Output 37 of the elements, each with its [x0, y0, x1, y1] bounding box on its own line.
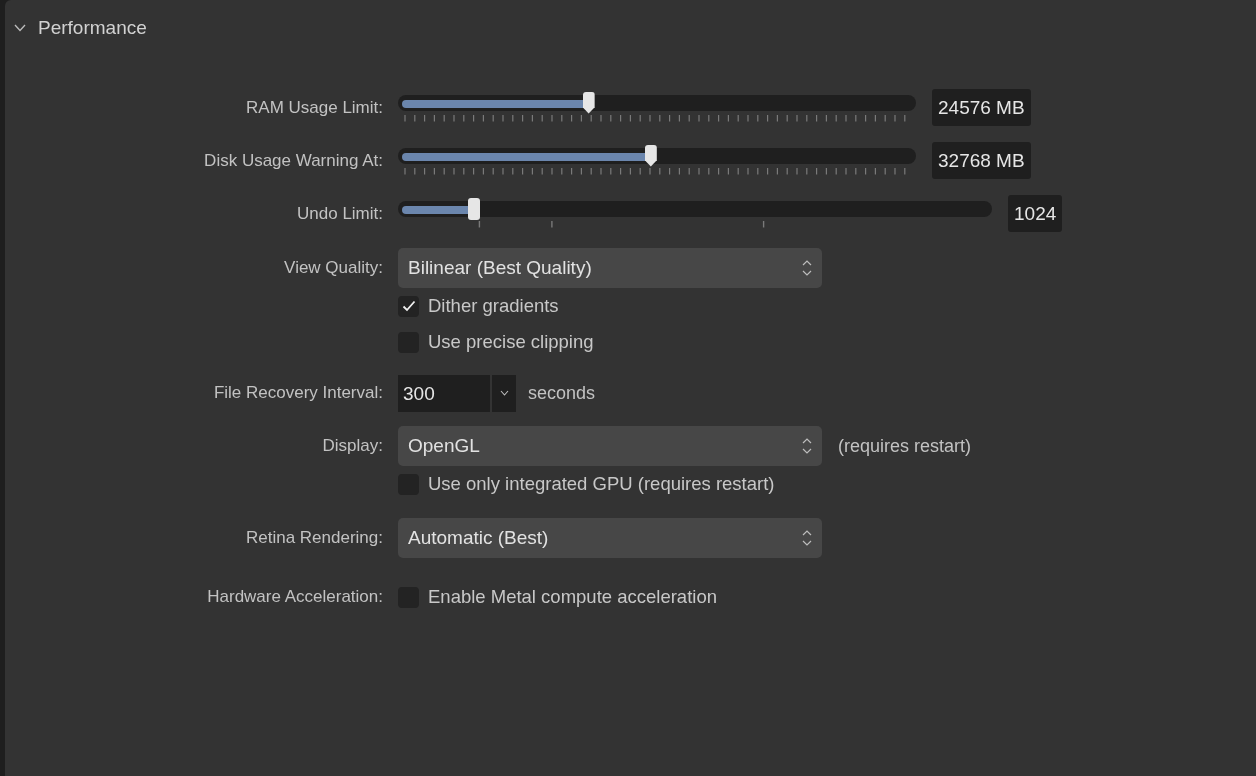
- slider-thumb[interactable]: [582, 91, 595, 114]
- value-field[interactable]: 24576 MB: [932, 89, 1031, 126]
- checkbox-label[interactable]: Enable Metal compute acceleration: [428, 586, 717, 608]
- dropdown[interactable]: OpenGL: [398, 426, 822, 466]
- tick-mark: [762, 221, 765, 229]
- stepper-icon: [802, 437, 812, 455]
- setting-label: Undo Limit:: [297, 203, 383, 223]
- slider[interactable]: [398, 198, 992, 229]
- tick-mark: [551, 221, 553, 229]
- setting-label: Disk Usage Warning At:: [204, 150, 383, 170]
- tick-mark: [478, 221, 481, 229]
- slider[interactable]: [398, 92, 916, 123]
- unit-text: seconds: [528, 382, 596, 404]
- checkbox-label[interactable]: Use only integrated GPU (requires restart): [428, 473, 775, 495]
- value-field[interactable]: 1024: [1008, 195, 1063, 232]
- caret-icon: [499, 390, 509, 396]
- setting-label: View Quality:: [284, 258, 383, 277]
- section-title: Performance: [38, 17, 147, 39]
- checkbox[interactable]: [398, 295, 419, 317]
- stepper-icon: [802, 259, 812, 277]
- setting-label: Display:: [322, 436, 383, 455]
- setting-label: Hardware Acceleration:: [207, 587, 383, 606]
- dropdown[interactable]: Automatic (Best): [398, 518, 822, 558]
- slider-thumb[interactable]: [468, 197, 481, 220]
- slider-thumb[interactable]: [644, 144, 657, 167]
- note-text: (requires restart): [838, 435, 972, 457]
- stepper-icon: [802, 529, 812, 547]
- slider[interactable]: [398, 145, 916, 176]
- setting-label: File Recovery Interval:: [213, 383, 383, 402]
- setting-label: Retina Rendering:: [245, 528, 383, 547]
- checkbox-label[interactable]: Use precise clipping: [428, 331, 594, 353]
- check-icon: [401, 300, 416, 312]
- dropdown[interactable]: Bilinear (Best Quality): [398, 248, 822, 288]
- checkbox-label[interactable]: Dither gradients: [428, 295, 559, 317]
- setting-label: RAM Usage Limit:: [246, 97, 383, 117]
- value-field[interactable]: 32768 MB: [932, 142, 1031, 179]
- chevron-icon[interactable]: [14, 24, 26, 32]
